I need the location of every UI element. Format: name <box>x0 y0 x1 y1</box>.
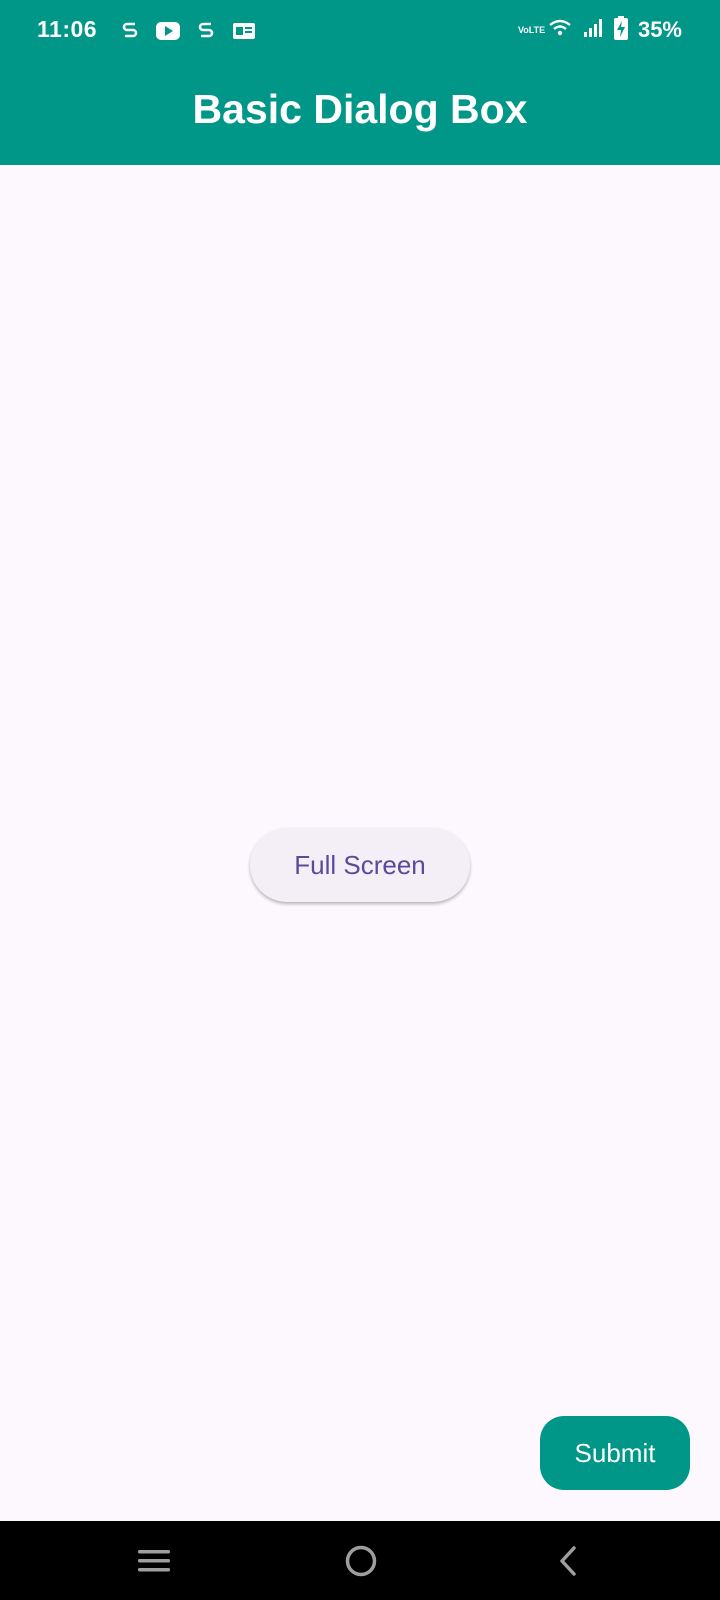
full-screen-button[interactable]: Full Screen <box>250 828 470 902</box>
battery-charging-icon <box>613 15 628 45</box>
notification-icons <box>118 18 256 44</box>
recent-apps-icon[interactable] <box>134 1541 174 1581</box>
back-icon[interactable] <box>548 1541 588 1581</box>
page-title: Basic Dialog Box <box>192 86 528 132</box>
submit-button[interactable]: Submit <box>540 1416 690 1490</box>
volte-icon: VoLTE <box>517 24 546 35</box>
youtube-icon <box>156 19 180 43</box>
wifi-icon <box>548 18 572 43</box>
s-badge-icon <box>194 19 218 43</box>
s-badge-icon <box>118 19 142 43</box>
navigation-bar <box>0 1521 720 1600</box>
status-bar: 11:06 VoLTE 35% <box>0 0 720 62</box>
system-icons: VoLTE 35% <box>517 15 682 45</box>
signal-icon <box>582 18 604 43</box>
status-time: 11:06 <box>37 16 98 42</box>
ge-news-icon <box>232 19 256 43</box>
battery-percent: 35% <box>637 17 682 42</box>
home-icon[interactable] <box>341 1541 381 1581</box>
